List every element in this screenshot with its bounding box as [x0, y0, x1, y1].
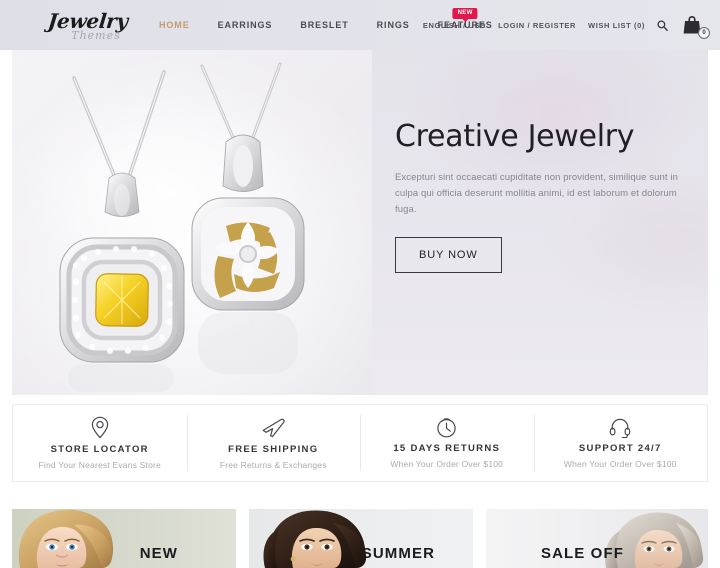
promo-banner-summer[interactable]: SUMMER [249, 509, 473, 568]
feature-store-locator[interactable]: STORE LOCATOR Find Your Nearest Evans St… [13, 416, 187, 470]
feature-15-days-returns[interactable]: 15 DAYS RETURNS When Your Order Over $10… [360, 415, 534, 471]
site-logo[interactable]: Jewelry Themes [33, 8, 143, 44]
clock-icon [436, 417, 457, 438]
hero-banner: Creative Jewelry Excepturi sint occaecat… [12, 50, 708, 395]
cart-count-badge: 0 [698, 27, 710, 39]
page-root: Jewelry Themes HOME EARRINGS BRESLET RIN… [0, 0, 720, 568]
language-currency-selector[interactable]: ENGLISH / USD [423, 21, 486, 30]
headset-icon [609, 417, 631, 438]
nav-item-home[interactable]: HOME [145, 20, 204, 30]
login-register-link[interactable]: LOGIN / REGISTER [498, 21, 576, 30]
promo-label: SUMMER [361, 545, 435, 562]
wishlist-link[interactable]: WISH LIST (0) [588, 21, 645, 30]
promo-banner-row: NEW SUMMER SALE OFF [12, 509, 708, 568]
promo-label: SALE OFF [541, 545, 624, 562]
feature-subtitle: When Your Order Over $100 [390, 459, 504, 469]
buy-now-button[interactable]: BUY NOW [395, 237, 502, 273]
feature-title: STORE LOCATOR [50, 443, 149, 455]
airplane-icon [261, 417, 285, 439]
features-bar: STORE LOCATOR Find Your Nearest Evans St… [12, 404, 708, 482]
hero-text-block: Creative Jewelry Excepturi sint occaecat… [395, 120, 695, 273]
nav-item-rings[interactable]: RINGS [363, 20, 424, 30]
feature-subtitle: Find Your Nearest Evans Store [38, 459, 161, 470]
hero-jewelry-image [12, 50, 372, 395]
feature-subtitle: When Your Order Over $100 [563, 459, 677, 469]
hero-description: Excepturi sint occaecati cupiditate non … [395, 172, 678, 215]
nav-item-breslet[interactable]: BRESLET [286, 20, 362, 30]
search-icon[interactable] [657, 19, 668, 31]
feature-free-shipping[interactable]: FREE SHIPPING Free Returns & Exchanges [186, 415, 361, 471]
feature-subtitle: Free Returns & Exchanges [219, 459, 327, 470]
feature-title: 15 DAYS RETURNS [393, 443, 501, 454]
feature-title: SUPPORT 24/7 [578, 443, 662, 454]
logo-primary-text: Jewelry [46, 8, 130, 33]
nav-item-earrings[interactable]: EARRINGS [204, 20, 287, 30]
promo-banner-new[interactable]: NEW [12, 509, 236, 568]
blonde-woman-image [18, 509, 114, 568]
header-utilities: ENGLISH / USD LOGIN / REGISTER WISH LIST… [423, 0, 710, 50]
map-pin-icon [91, 416, 109, 439]
site-header: Jewelry Themes HOME EARRINGS BRESLET RIN… [0, 0, 720, 50]
feature-support-24-7[interactable]: SUPPORT 24/7 When Your Order Over $100 [533, 415, 708, 471]
promo-banner-sale-off[interactable]: SALE OFF [486, 509, 708, 568]
hero-title: Creative Jewelry [395, 119, 635, 154]
promo-label: NEW [139, 545, 178, 562]
feature-title: FREE SHIPPING [228, 443, 319, 455]
shopping-bag-icon[interactable]: 0 [682, 12, 710, 39]
